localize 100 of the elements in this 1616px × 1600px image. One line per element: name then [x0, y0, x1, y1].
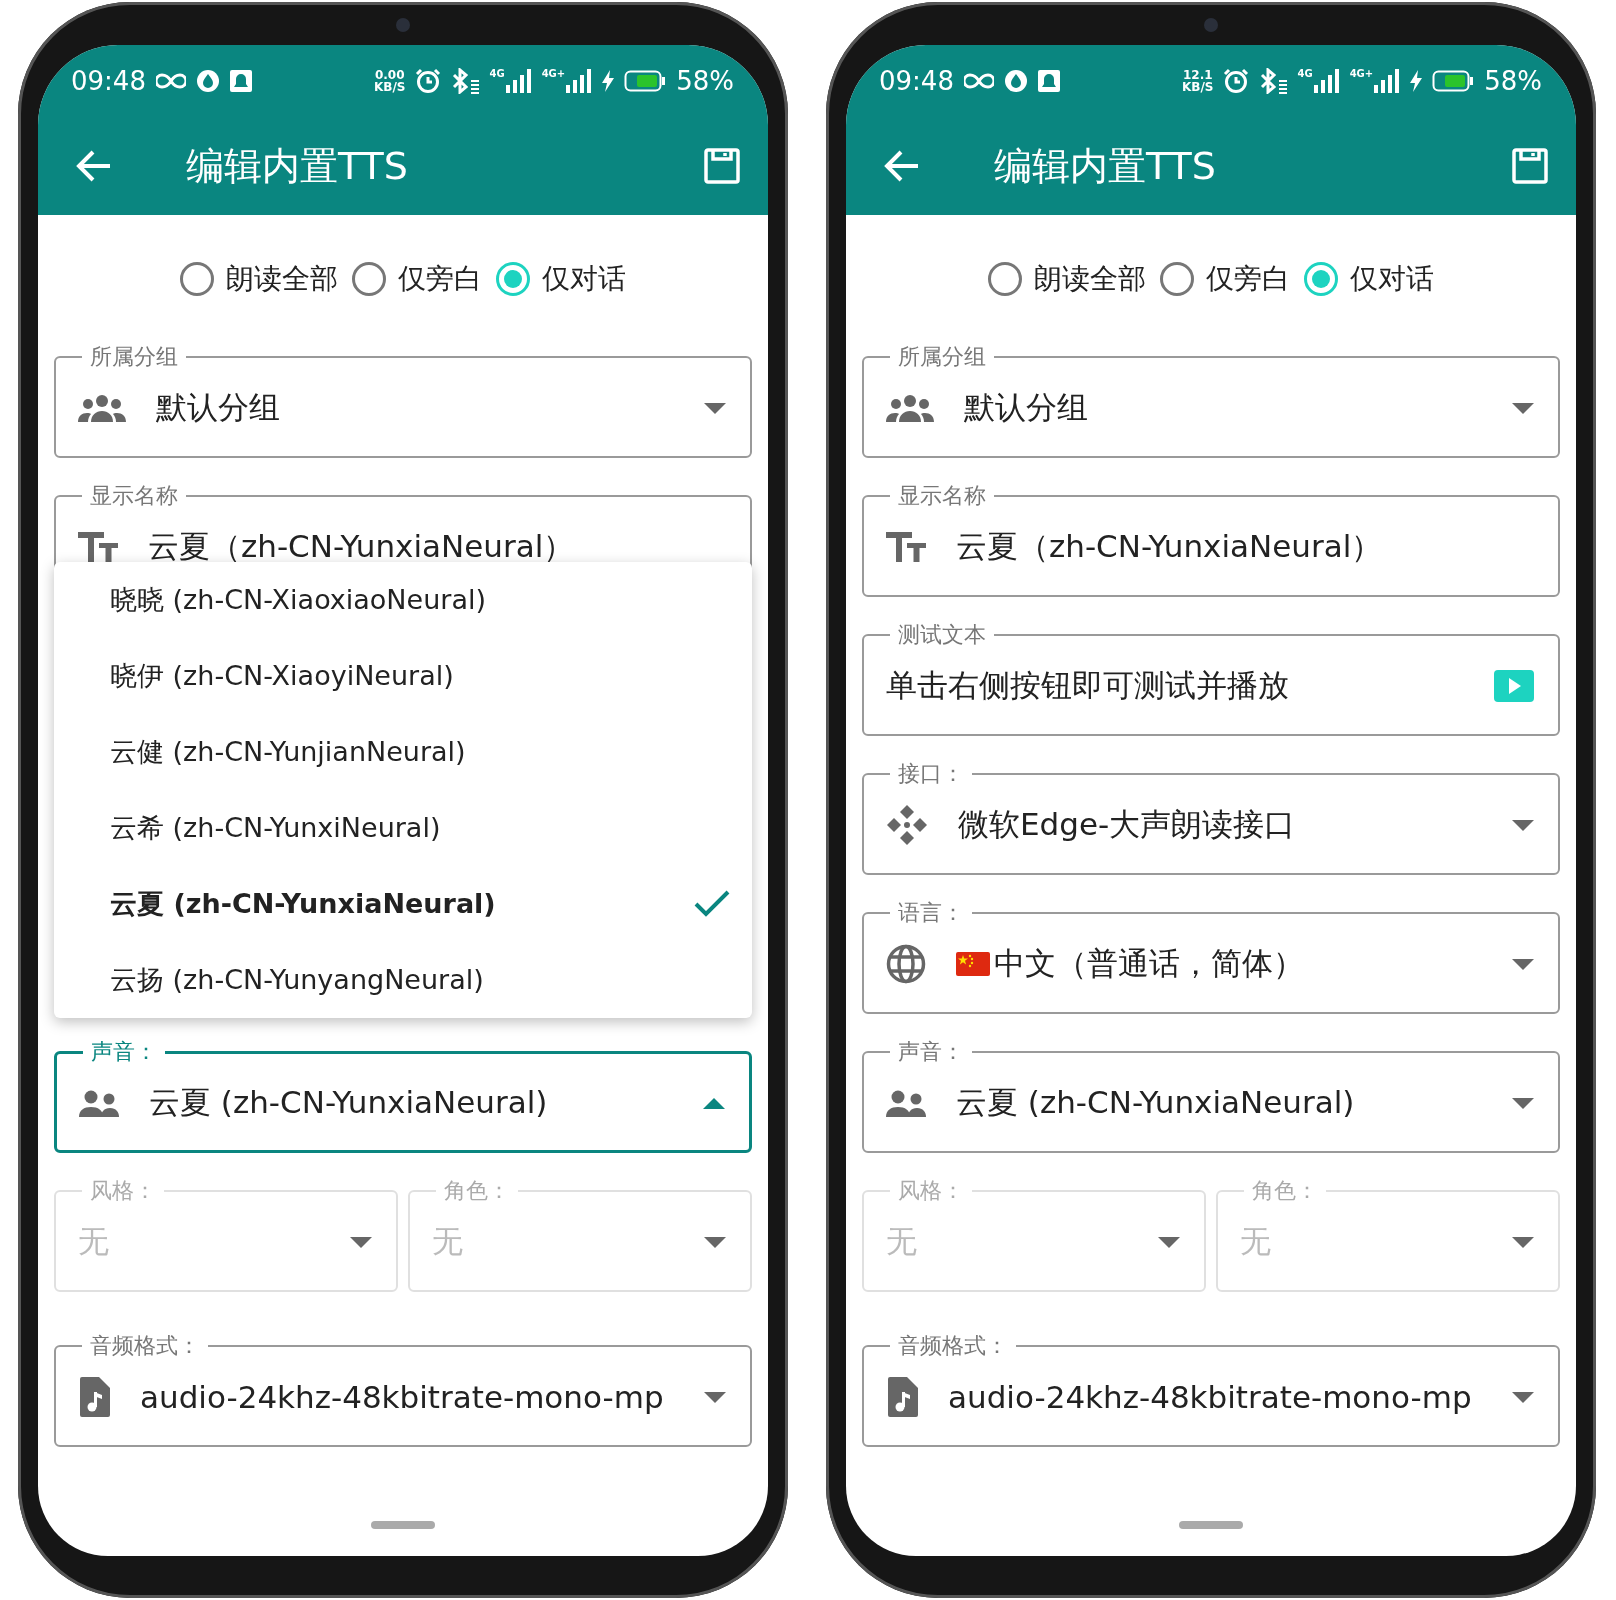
field-label: 风格： — [897, 1177, 965, 1205]
radio-option[interactable]: 仅旁白 — [1160, 260, 1290, 298]
radio-option[interactable]: 仅对话 — [1304, 260, 1434, 298]
menu-item-label: 云希 (zh-CN-YunxiNeural) — [110, 811, 441, 845]
music-file-icon — [886, 1377, 918, 1417]
battery-percent: 58% — [1484, 66, 1542, 96]
field-label: 声音： — [90, 1038, 158, 1066]
voice-select[interactable]: 声音： 云夏 (zh-CN-YunxiaNeural) — [862, 1037, 1560, 1153]
network-speed: 12.1 — [1182, 69, 1213, 81]
caret-icon[interactable] — [1512, 819, 1534, 831]
network-type: 4G — [1297, 69, 1313, 79]
field-value: audio-24khz-48kbitrate-mono-mp — [948, 1379, 1473, 1415]
camera-lens — [1204, 18, 1218, 32]
field-label: 声音： — [897, 1038, 965, 1066]
drop-circle-icon — [1003, 69, 1028, 93]
music-file-icon — [78, 1377, 110, 1417]
alarm-icon — [1223, 68, 1250, 94]
menu-item[interactable]: 云健 (zh-CN-YunjianNeural) — [54, 714, 752, 790]
menu-item[interactable]: 晓伊 (zh-CN-XiaoyiNeural) — [54, 638, 752, 714]
field-label: 语言： — [897, 899, 965, 927]
field-label: 音频格式： — [897, 1332, 1009, 1360]
group-icon — [886, 394, 934, 422]
alarm-icon — [415, 68, 442, 94]
battery-icon — [624, 70, 667, 92]
field-value: 无 — [1240, 1222, 1272, 1261]
save-icon[interactable] — [1512, 148, 1548, 184]
radio-option[interactable]: 朗读全部 — [988, 260, 1146, 298]
caret-icon[interactable] — [1512, 402, 1534, 414]
drop-circle-icon — [195, 69, 220, 93]
field-value: 云夏（zh-CN-YunxiaNeural） — [956, 527, 1384, 566]
screen-title: 编辑内置TTS — [994, 142, 1217, 190]
caret-icon[interactable] — [1512, 1097, 1534, 1109]
caret-up-icon[interactable] — [703, 1097, 725, 1109]
caret-icon[interactable] — [1512, 958, 1534, 970]
field-value: 默认分组 — [964, 388, 1089, 427]
menu-item[interactable]: 云扬 (zh-CN-YunyangNeural) — [54, 942, 752, 1018]
field-label: 所属分组 — [897, 343, 987, 371]
field-value: 默认分组 — [156, 388, 281, 427]
field-value: 无 — [78, 1222, 110, 1261]
field-value: 无 — [432, 1222, 464, 1261]
field-label: 角色： — [443, 1177, 511, 1205]
menu-item-label: 云扬 (zh-CN-YunyangNeural) — [110, 963, 484, 997]
bell-square-icon — [229, 70, 252, 92]
test-text-field[interactable]: 测试文本 单击右侧按钮即可测试并播放 — [862, 620, 1560, 736]
speed-unit: KB/S — [1182, 81, 1214, 93]
voice-select[interactable]: 声音： 云夏 (zh-CN-YunxiaNeural) — [54, 1037, 752, 1153]
radio-option[interactable]: 仅旁白 — [352, 260, 482, 298]
network-type: 4G — [489, 69, 505, 79]
signal-icon — [505, 69, 532, 93]
language-select[interactable]: 语言： 中文（普通话，简体） — [862, 898, 1560, 1014]
text-size-icon — [886, 532, 926, 562]
network-type: 4G+ — [1349, 69, 1374, 79]
radio-option[interactable]: 朗读全部 — [180, 260, 338, 298]
menu-item-label: 云健 (zh-CN-YunjianNeural) — [110, 735, 466, 769]
signal-icon — [1313, 69, 1340, 93]
save-icon[interactable] — [704, 148, 740, 184]
globe-icon — [886, 944, 926, 984]
check-icon — [694, 890, 730, 918]
signal-icon — [1374, 69, 1401, 93]
back-arrow-icon[interactable] — [76, 150, 112, 182]
menu-item[interactable]: 云希 (zh-CN-YunxiNeural) — [54, 790, 752, 866]
caret-icon[interactable] — [1512, 1391, 1534, 1403]
infinity-icon — [963, 72, 994, 90]
bell-square-icon — [1037, 70, 1060, 92]
radio-option[interactable]: 仅对话 — [496, 260, 626, 298]
caret-icon[interactable] — [704, 402, 726, 414]
people-icon — [79, 1089, 119, 1117]
speed-unit: KB/S — [374, 81, 406, 93]
signal-icon — [566, 69, 593, 93]
field-label: 测试文本 — [897, 621, 987, 649]
field-label: 风格： — [89, 1177, 157, 1205]
api-select[interactable]: 接口： 微软Edge-大声朗读接口 — [862, 759, 1560, 875]
caret-icon[interactable] — [704, 1391, 726, 1403]
audio-format-select[interactable]: 音频格式： audio-24khz-48kbitrate-mono-mp — [862, 1331, 1560, 1447]
field-value: audio-24khz-48kbitrate-mono-mp — [140, 1379, 665, 1415]
battery-percent: 58% — [676, 66, 734, 96]
charging-icon — [1410, 70, 1423, 92]
network-type: 4G+ — [541, 69, 566, 79]
menu-item-label: 晓伊 (zh-CN-XiaoyiNeural) — [110, 659, 454, 693]
battery-icon — [1432, 70, 1475, 92]
field-value: 无 — [886, 1222, 918, 1261]
field-label: 所属分组 — [89, 343, 179, 371]
screen-title: 编辑内置TTS — [186, 142, 409, 190]
bluetooth-icon — [1259, 68, 1288, 94]
field-label: 显示名称 — [897, 482, 987, 510]
audio-format-select[interactable]: 音频格式： audio-24khz-48kbitrate-mono-mp — [54, 1331, 752, 1447]
field-value: 微软Edge-大声朗读接口 — [958, 805, 1297, 844]
menu-item[interactable]: 云夏 (zh-CN-YunxiaNeural) — [54, 866, 752, 942]
infinity-icon — [155, 72, 186, 90]
field-label: 接口： — [897, 760, 965, 788]
bluetooth-icon — [451, 68, 480, 94]
field-label: 音频格式： — [89, 1332, 201, 1360]
field-label: 角色： — [1251, 1177, 1319, 1205]
field-label: 显示名称 — [89, 482, 179, 510]
group-icon — [78, 394, 126, 422]
back-arrow-icon[interactable] — [884, 150, 920, 182]
status-time: 09:48 — [71, 66, 146, 96]
field-value: 单击右侧按钮即可测试并播放 — [886, 666, 1290, 705]
field-value: 云夏 (zh-CN-YunxiaNeural) — [149, 1083, 549, 1122]
charging-icon — [602, 70, 615, 92]
